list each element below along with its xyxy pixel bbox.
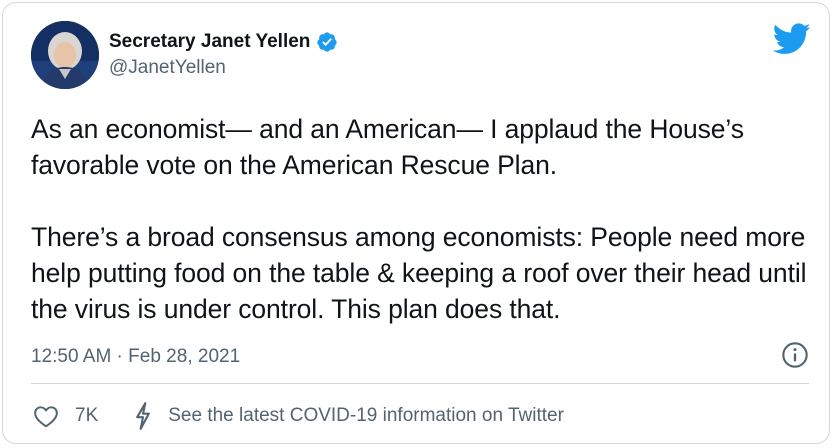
twitter-bird-icon[interactable]: [773, 23, 811, 55]
divider: [31, 383, 809, 384]
tweet-actions: 7K See the latest COVID-19 information o…: [33, 401, 564, 431]
tweet-timestamp[interactable]: 12:50 AM · Feb 28, 2021: [31, 345, 240, 369]
like-count[interactable]: 7K: [75, 405, 98, 427]
author-block: Secretary Janet Yellen @JanetYellen: [109, 29, 338, 81]
tweet-card[interactable]: Secretary Janet Yellen @JanetYellen As a…: [2, 2, 830, 444]
heart-icon[interactable]: [33, 404, 59, 428]
author-handle[interactable]: @JanetYellen: [109, 55, 338, 81]
tweet-text: As an economist— and an American— I appl…: [31, 114, 807, 324]
verified-badge-icon: [317, 32, 338, 52]
tweet-header: Secretary Janet Yellen @JanetYellen: [31, 21, 811, 91]
covid-info-link[interactable]: See the latest COVID-19 information on T…: [168, 405, 564, 427]
lightning-icon: [136, 402, 151, 430]
avatar[interactable]: [31, 21, 99, 89]
author-display-name[interactable]: Secretary Janet Yellen: [109, 29, 310, 55]
info-icon[interactable]: [781, 341, 809, 369]
author-name-row: Secretary Janet Yellen: [109, 29, 338, 55]
